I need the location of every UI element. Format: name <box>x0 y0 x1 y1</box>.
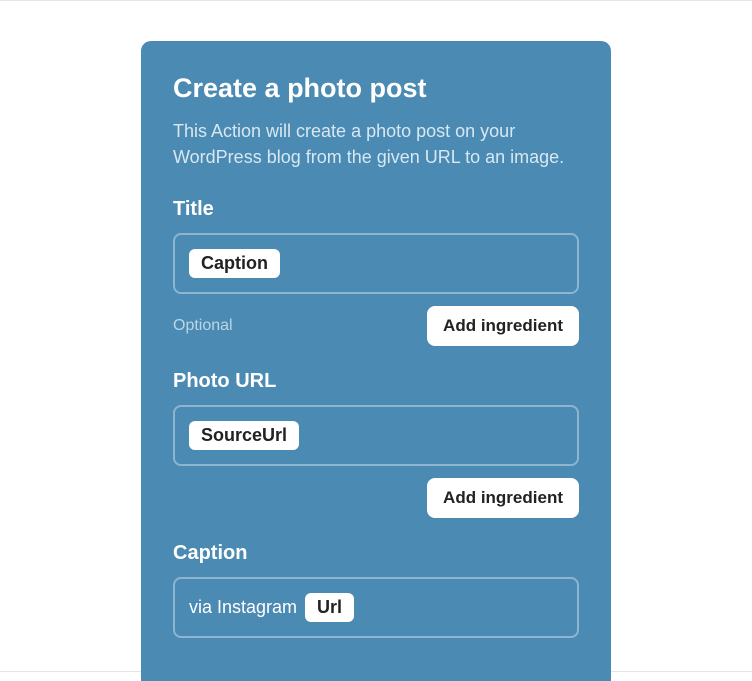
field-caption: Caption via Instagram Url <box>173 542 579 638</box>
field-title: Title Caption Optional Add ingredient <box>173 198 579 346</box>
field-caption-prefix-text: via Instagram <box>189 597 297 618</box>
field-photo-url-label: Photo URL <box>173 370 579 393</box>
ingredient-pill-caption[interactable]: Caption <box>189 249 280 278</box>
field-caption-input[interactable]: via Instagram Url <box>173 577 579 638</box>
card-title: Create a photo post <box>173 73 579 104</box>
add-ingredient-button-photo-url[interactable]: Add ingredient <box>427 478 579 518</box>
field-photo-url: Photo URL SourceUrl Add ingredient <box>173 370 579 518</box>
add-ingredient-button-title[interactable]: Add ingredient <box>427 306 579 346</box>
field-title-optional: Optional <box>173 317 233 335</box>
card-description: This Action will create a photo post on … <box>173 118 579 170</box>
ingredient-pill-url[interactable]: Url <box>305 593 354 622</box>
field-caption-label: Caption <box>173 542 579 565</box>
field-title-label: Title <box>173 198 579 221</box>
field-photo-url-input[interactable]: SourceUrl <box>173 405 579 466</box>
field-title-input[interactable]: Caption <box>173 233 579 294</box>
ingredient-pill-sourceurl[interactable]: SourceUrl <box>189 421 299 450</box>
action-config-card: Create a photo post This Action will cre… <box>141 41 611 681</box>
